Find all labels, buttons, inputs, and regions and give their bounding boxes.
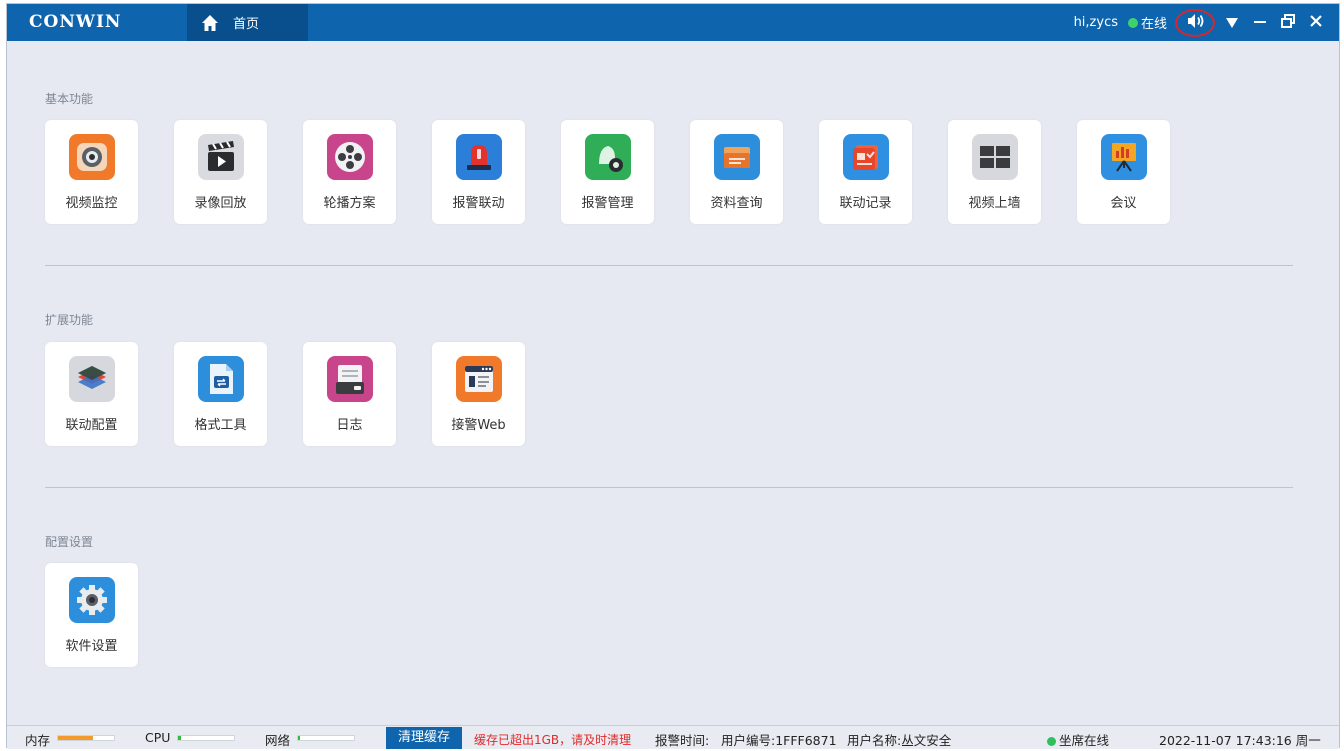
section-label-config: 配置设置 [45, 535, 94, 549]
dropdown-button[interactable] [1219, 8, 1245, 38]
camera-icon [69, 134, 115, 180]
minimize-button[interactable] [1247, 8, 1273, 38]
tile-label: 软件设置 [65, 639, 118, 654]
film-reel-icon [327, 134, 373, 180]
cpu-usage-bar [177, 735, 235, 741]
seat-status-text: 坐席在线 [1059, 733, 1110, 748]
tile-video-monitor[interactable]: 视频监控 [45, 120, 138, 224]
online-status-text: 在线 [1140, 17, 1167, 32]
seat-status: 坐席在线 [1047, 730, 1109, 749]
close-button[interactable] [1303, 8, 1329, 38]
home-icon [201, 14, 219, 32]
tab-home[interactable]: 首页 [187, 4, 308, 41]
cpu-label: CPU [145, 730, 171, 745]
memory-usage-bar [57, 735, 115, 741]
tile-label: 资料查询 [710, 196, 763, 211]
tile-label: 格式工具 [194, 418, 247, 433]
tile-linkage-record[interactable]: 联动记录 [819, 120, 912, 224]
title-controls: hi,zycs 在线 [1074, 4, 1339, 41]
memory-usage-fill [58, 736, 93, 740]
clear-cache-button[interactable]: 清理缓存 [386, 727, 462, 749]
folder-icon [714, 134, 760, 180]
section-label-extended: 扩展功能 [45, 313, 94, 327]
tile-data-query[interactable]: 资料查询 [690, 120, 783, 224]
user-id: 用户编号:1FFF6871 [721, 733, 837, 748]
datetime: 2022-11-07 17:43:16 周一 [1159, 733, 1321, 748]
restore-icon [1281, 13, 1295, 32]
user-name: 用户名称:丛文安全 [847, 733, 952, 748]
minimize-icon [1253, 13, 1267, 32]
tile-alarm-web[interactable]: 接警Web [432, 342, 525, 446]
tile-label: 视频上墙 [968, 196, 1021, 211]
tile-linkage-config[interactable]: 联动配置 [45, 342, 138, 446]
network-usage-fill [298, 736, 301, 740]
tile-software-settings[interactable]: 软件设置 [45, 563, 138, 667]
video-wall-icon [972, 134, 1018, 180]
gear-icon [69, 577, 115, 623]
tab-home-label: 首页 [233, 17, 260, 32]
alarm-time-label: 报警时间: [655, 733, 710, 748]
app-window: CONWIN 首页 hi,zycs 在线 基本功能 视频监控 录像回放 轮播方案… [6, 3, 1340, 749]
tile-label: 联动配置 [65, 418, 118, 433]
file-convert-icon [198, 356, 244, 402]
memory-label: 内存 [25, 733, 51, 748]
layers-icon [69, 356, 115, 402]
tile-log[interactable]: 日志 [303, 342, 396, 446]
presentation-icon [1101, 134, 1147, 180]
tile-label: 会议 [1110, 196, 1137, 211]
seat-status-dot [1047, 737, 1056, 746]
tile-label: 轮播方案 [323, 196, 376, 211]
restore-button[interactable] [1275, 8, 1301, 38]
cache-warning: 缓存已超出1GB，请及时清理 [474, 733, 632, 747]
tile-meeting[interactable]: 会议 [1077, 120, 1170, 224]
tile-label: 接警Web [451, 418, 506, 433]
alarm-bell-settings-icon [585, 134, 631, 180]
tile-format-tool[interactable]: 格式工具 [174, 342, 267, 446]
status-bar: 内存 CPU 网络 清理缓存 缓存已超出1GB，请及时清理 报警时间: 用户编号… [7, 725, 1339, 749]
network-label: 网络 [265, 733, 291, 748]
tile-label: 联动记录 [839, 196, 892, 211]
title-bar: CONWIN 首页 hi,zycs 在线 [7, 4, 1339, 41]
tile-alarm-linkage[interactable]: 报警联动 [432, 120, 525, 224]
tile-alarm-management[interactable]: 报警管理 [561, 120, 654, 224]
tile-label: 视频监控 [65, 196, 118, 211]
network-usage-bar [297, 735, 355, 741]
record-card-icon [843, 134, 889, 180]
app-logo: CONWIN [29, 12, 122, 32]
web-browser-icon [456, 356, 502, 402]
section-divider [45, 487, 1293, 488]
log-icon [327, 356, 373, 402]
highlight-circle [1175, 8, 1215, 37]
tile-label: 报警管理 [581, 196, 634, 211]
tile-label: 录像回放 [194, 196, 247, 211]
clapperboard-icon [198, 134, 244, 180]
tile-carousel[interactable]: 轮播方案 [303, 120, 396, 224]
tile-playback[interactable]: 录像回放 [174, 120, 267, 224]
tile-label: 日志 [336, 418, 363, 433]
close-icon [1309, 13, 1323, 32]
triangle-down-icon [1226, 13, 1238, 32]
alarm-siren-icon [456, 134, 502, 180]
sound-button[interactable] [1175, 8, 1217, 38]
cpu-usage-fill [178, 736, 181, 740]
online-status-dot [1127, 17, 1138, 28]
tile-label: 报警联动 [452, 196, 505, 211]
tile-video-wall[interactable]: 视频上墙 [948, 120, 1041, 224]
user-greeting: hi,zycs [1073, 15, 1118, 30]
section-divider [45, 265, 1293, 266]
section-label-basic: 基本功能 [45, 92, 94, 106]
